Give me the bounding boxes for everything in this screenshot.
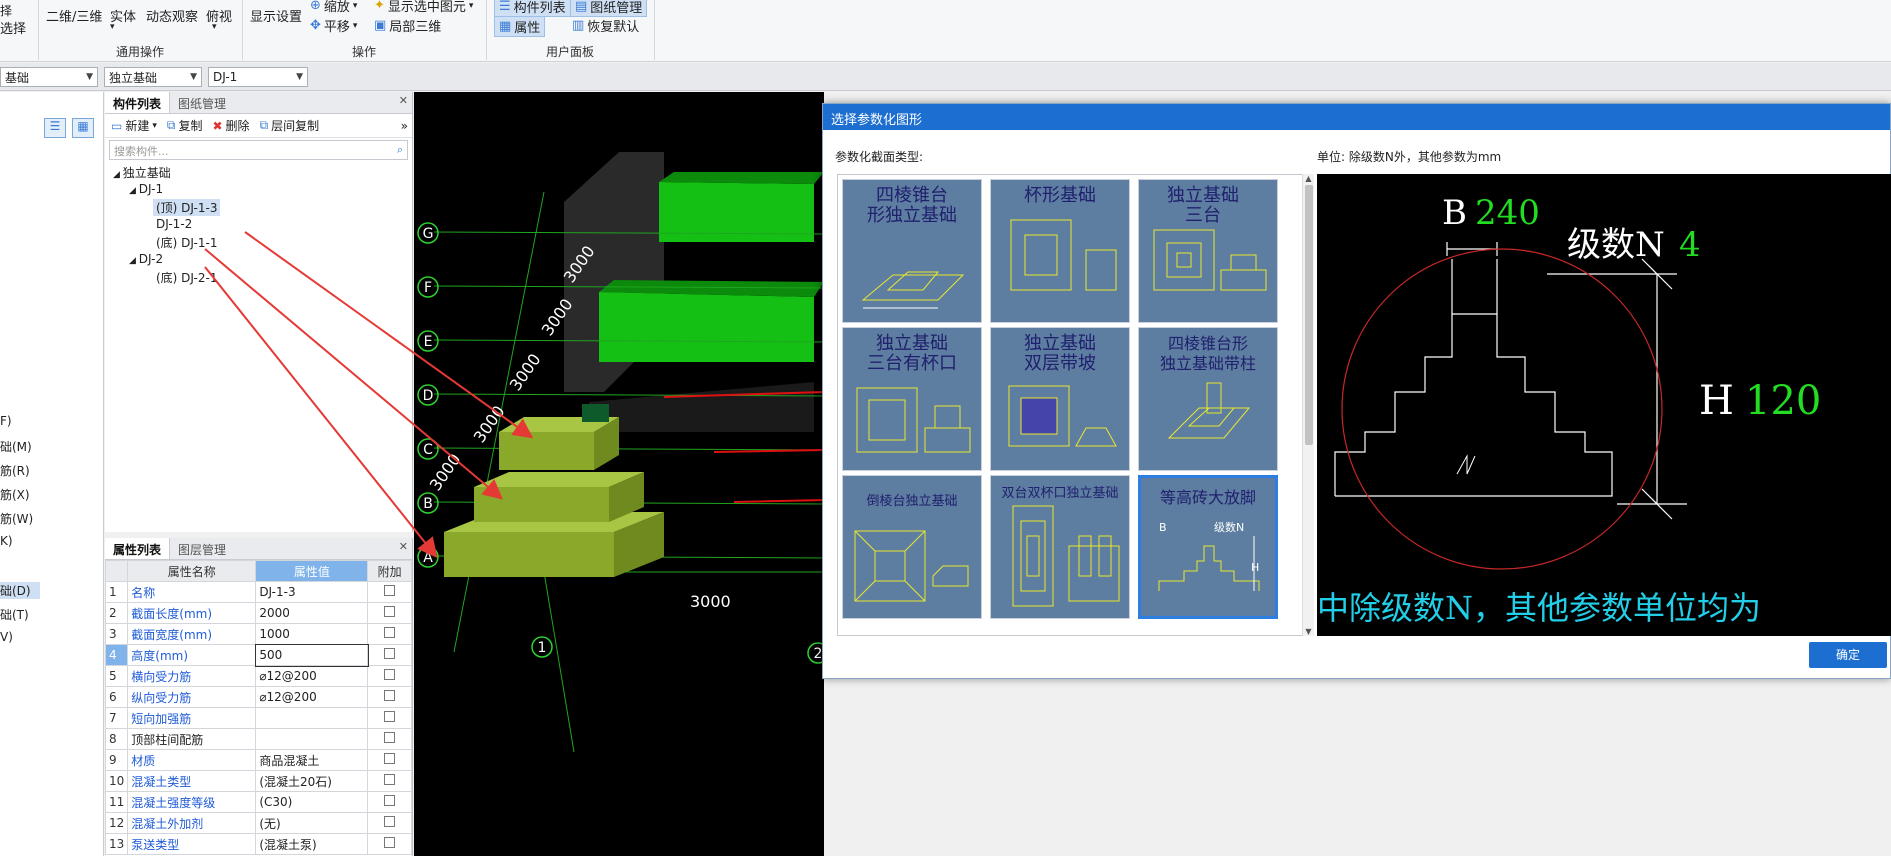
annotation-arrows	[204, 231, 534, 559]
